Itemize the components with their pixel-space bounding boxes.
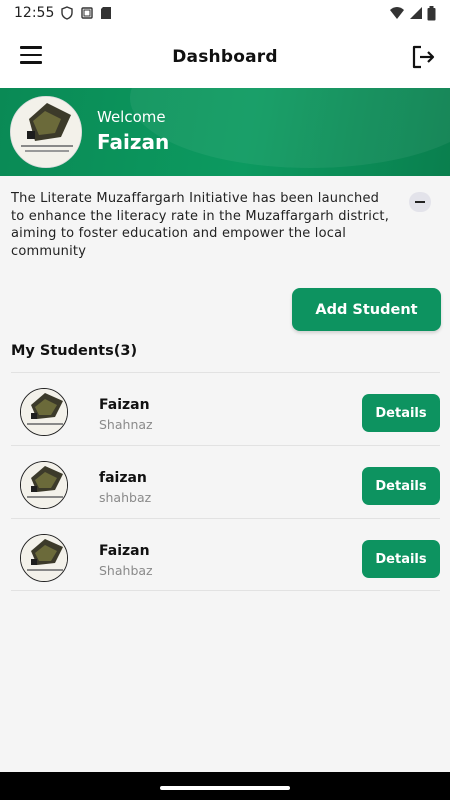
shield-icon (61, 6, 74, 20)
signal-icon (410, 7, 422, 19)
list-item: Faizan Shahbaz Details (11, 518, 440, 591)
app-bar: Dashboard (0, 26, 450, 88)
student-father-name: shahbaz (99, 490, 152, 505)
hamburger-menu-icon[interactable] (20, 46, 42, 64)
list-item: Faizan Shahnaz Details (11, 372, 440, 445)
student-name: Faizan (99, 543, 150, 559)
system-nav-bar (0, 772, 450, 800)
avatar (10, 96, 82, 168)
logout-icon[interactable] (410, 44, 436, 70)
student-avatar (20, 388, 68, 436)
intro-text: The Literate Muzaffargarh Initiative has… (11, 191, 390, 259)
welcome-banner: Welcome Faizan (0, 88, 450, 176)
student-avatar (20, 534, 68, 582)
status-time: 12:55 (14, 5, 55, 21)
sd-card-icon (101, 7, 112, 19)
list-item: faizan shahbaz Details (11, 445, 440, 518)
student-name: Faizan (99, 397, 150, 413)
screenshot-icon (81, 7, 94, 19)
students-section-title: My Students(3) (11, 343, 138, 359)
status-bar: 12:55 (0, 0, 450, 26)
add-student-button[interactable]: Add Student (292, 288, 441, 331)
page-title: Dashboard (172, 47, 278, 67)
student-father-name: Shahbaz (99, 563, 153, 578)
welcome-label: Welcome (97, 108, 166, 126)
student-name: faizan (99, 470, 147, 486)
wifi-icon (390, 7, 404, 19)
details-button[interactable]: Details (362, 394, 440, 432)
student-father-name: Shahnaz (99, 417, 153, 432)
user-name: Faizan (97, 130, 170, 154)
battery-icon (427, 5, 436, 20)
collapse-icon[interactable] (409, 192, 431, 212)
student-avatar (20, 461, 68, 509)
details-button[interactable]: Details (362, 467, 440, 505)
home-gesture-handle[interactable] (160, 786, 290, 790)
details-button[interactable]: Details (362, 540, 440, 578)
students-list: Faizan Shahnaz Details faizan shahbaz De… (11, 372, 440, 591)
